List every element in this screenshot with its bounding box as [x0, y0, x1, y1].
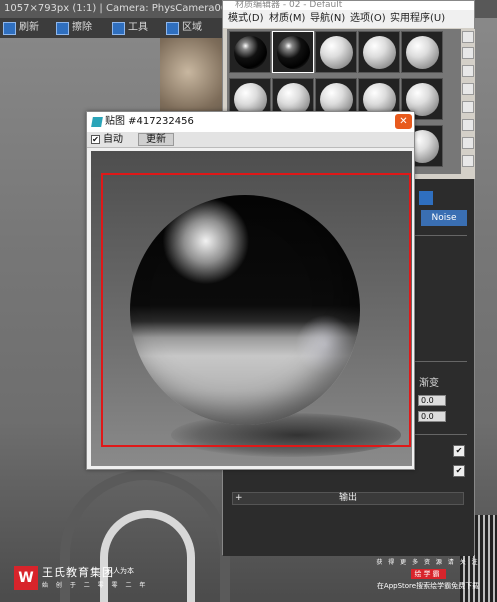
output-rollout[interactable]: + 输出: [232, 492, 464, 505]
make-preview-icon[interactable]: [462, 119, 474, 131]
map-window-toolbar: ✔ 自动 更新: [87, 132, 414, 148]
select-by-material-icon[interactable]: [462, 155, 474, 167]
menu-navigation[interactable]: 导航(N): [310, 12, 345, 26]
highlight-annotation: [101, 173, 411, 447]
viewport-toolbar: 刷新 擦除 工具 区域: [0, 18, 230, 38]
material-slot[interactable]: [229, 31, 271, 73]
material-preview-sphere: [406, 36, 439, 69]
toolbar-tools-button[interactable]: 工具: [112, 20, 148, 36]
menu-material[interactable]: 材质(M): [269, 12, 305, 26]
tools-icon: [112, 21, 125, 35]
map-window-title: 贴图 #417232456: [87, 112, 414, 132]
material-preview-sphere: [363, 36, 396, 69]
video-check-icon[interactable]: [462, 101, 474, 113]
toolbar-region-button[interactable]: 区域: [166, 20, 202, 36]
app-logo-icon: [91, 117, 103, 127]
options-icon[interactable]: [462, 137, 474, 149]
map-preview-window: 贴图 #417232456 ✕ ✔ 自动 更新: [86, 111, 415, 470]
close-button[interactable]: ✕: [395, 114, 412, 129]
promo-line: 获 得 更 多 资 源 请 关 注: [376, 559, 480, 566]
material-preview-sphere: [320, 36, 353, 69]
checkbox-1[interactable]: ✔: [453, 445, 465, 457]
region-icon: [166, 21, 179, 35]
checkbox-2[interactable]: ✔: [453, 465, 465, 477]
spinner-field[interactable]: 0.0: [418, 411, 446, 422]
uv-tiling-icon[interactable]: [462, 83, 474, 95]
menu-utilities[interactable]: 实用程序(U): [390, 12, 445, 26]
material-side-toolbar: [461, 29, 475, 179]
refresh-icon: [3, 21, 16, 35]
brand-name: 王氏教育集团: [42, 566, 114, 579]
material-editor-title: 材质编辑器 - 02 - Default: [223, 1, 474, 10]
promo-appstore: 在AppStore搜索绘学霸免费下载: [376, 582, 480, 590]
material-editor-menu: 模式(D) 材质(M) 导航(N) 选项(O) 实用程序(U): [223, 10, 474, 28]
sample-type-icon[interactable]: [462, 31, 474, 43]
material-preview-sphere: [277, 36, 310, 69]
material-slot[interactable]: [401, 31, 443, 73]
noise-map-button[interactable]: Noise: [421, 210, 467, 226]
brand-subtitle: 始 创 于 二 零 零 二 年: [42, 582, 149, 589]
promo-watermark: 获 得 更 多 资 源 请 关 注 绘学霸 在AppStore搜索绘学霸免费下载: [363, 557, 493, 597]
brand-watermark: W 王氏教育集团 以人为本 始 创 于 二 零 零 二 年: [14, 564, 194, 594]
material-slot-selected[interactable]: [272, 31, 314, 73]
promo-badge: 绘学霸: [410, 569, 446, 579]
update-button[interactable]: 更新: [138, 133, 174, 146]
material-preview-sphere: [234, 36, 267, 69]
material-slot[interactable]: [358, 31, 400, 73]
expand-icon: +: [235, 493, 243, 503]
brand-slogan: 以人为本: [106, 567, 134, 575]
backlight-icon[interactable]: [462, 47, 474, 59]
brand-logo: W: [14, 566, 38, 590]
menu-options[interactable]: 选项(O): [350, 12, 386, 26]
auto-checkbox[interactable]: ✔: [91, 135, 100, 144]
material-slot[interactable]: [315, 31, 357, 73]
menu-mode[interactable]: 模式(D): [228, 12, 264, 26]
background-icon[interactable]: [462, 65, 474, 77]
gradient-label: 渐变: [419, 378, 439, 389]
output-label: 输出: [338, 493, 357, 503]
toolbar-erase-button[interactable]: 擦除: [56, 20, 92, 36]
map-type-icon[interactable]: [419, 191, 433, 205]
auto-label: 自动: [103, 134, 123, 145]
toolbar-refresh-button[interactable]: 刷新: [3, 20, 39, 36]
erase-icon: [56, 21, 69, 35]
spinner-field[interactable]: 0.0: [418, 395, 446, 406]
